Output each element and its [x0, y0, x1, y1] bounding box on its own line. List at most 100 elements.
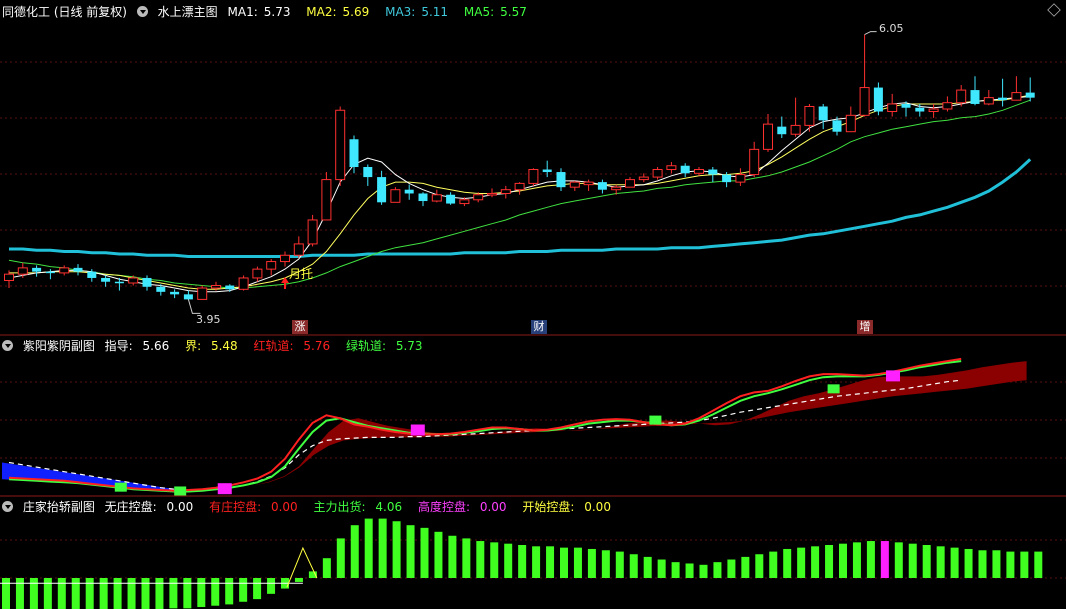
volume-bar	[950, 547, 959, 578]
event-marker-zhang[interactable]: 涨	[292, 320, 308, 334]
candle-body	[514, 182, 525, 191]
candle-body	[307, 219, 318, 245]
volume-bar	[811, 546, 820, 578]
volume-bar	[894, 542, 903, 578]
sub2-header: 庄家抬轿副图 无庄控盘: 0.00 有庄控盘: 0.00 主力出货: 4.06 …	[2, 499, 623, 515]
low-marker-line	[187, 299, 201, 314]
have-control-value: 0.00	[270, 500, 298, 514]
volume-bar	[29, 578, 38, 609]
collapse-icon[interactable]	[2, 340, 13, 351]
candle-body	[101, 277, 111, 282]
magenta-signal-block	[410, 424, 425, 436]
main-ship-label: 主力出货:	[313, 500, 366, 514]
volume-bar	[643, 556, 652, 578]
volume-bar	[560, 547, 568, 578]
sub1-title[interactable]: 紫阳紫阴副图	[23, 339, 95, 353]
bound-value: 5.48	[210, 339, 238, 353]
candle-body	[473, 194, 484, 201]
candle-body	[349, 139, 359, 167]
volume-bar	[267, 578, 276, 594]
volume-bar	[406, 525, 415, 578]
candle-body	[211, 285, 221, 289]
volume-bar	[657, 559, 666, 578]
candle-body	[390, 189, 401, 203]
volume-bar	[504, 543, 513, 578]
high-marker-line	[864, 31, 877, 36]
candle-body	[197, 287, 208, 300]
candle-body	[459, 199, 470, 205]
candle-body	[597, 182, 607, 190]
main-indicator-name[interactable]: 水上漂主图	[158, 5, 218, 19]
candle-body	[915, 107, 925, 112]
volume-bar	[225, 578, 234, 605]
collapse-icon[interactable]	[2, 501, 13, 512]
volume-bar	[71, 578, 80, 609]
candle-body	[638, 176, 649, 181]
candle-body	[749, 148, 760, 176]
sub2-title[interactable]: 庄家抬轿副图	[23, 500, 95, 514]
candle-body	[4, 273, 14, 281]
none-control-value: 0.00	[166, 500, 194, 514]
candle-body	[293, 243, 304, 256]
volume-bar	[434, 531, 443, 578]
volume-bar	[141, 578, 150, 609]
candle-body	[142, 277, 152, 287]
start-control-label: 开始控盘:	[522, 500, 575, 514]
ma1-value: 5.73	[263, 5, 291, 19]
collapse-icon[interactable]	[136, 6, 148, 17]
candle-body	[652, 169, 663, 178]
volume-bar	[183, 578, 192, 609]
green-signal-block	[174, 486, 187, 496]
event-marker-cai[interactable]: 财	[531, 320, 547, 334]
volume-bar	[57, 578, 66, 609]
red-track-value: 5.76	[303, 339, 331, 353]
candle-body	[790, 124, 801, 135]
volume-bar	[532, 546, 541, 578]
candle-body	[404, 189, 414, 194]
candle-body	[170, 291, 180, 295]
signal-label: 月托	[289, 267, 314, 281]
candle-body	[694, 169, 704, 174]
ma5-label: MA5:	[463, 5, 495, 19]
candle-body	[45, 271, 55, 274]
candle-body	[59, 267, 70, 274]
candle-body	[252, 268, 263, 279]
candle-body	[377, 177, 387, 203]
stock-title: 同德化工 (日线 前复权)	[2, 5, 127, 19]
candle-body	[763, 123, 773, 150]
candle-body	[804, 105, 815, 126]
green-track-label: 绿轨道:	[345, 339, 386, 353]
volume-bar	[727, 559, 736, 578]
volume-bar	[587, 548, 596, 578]
volume-bar	[476, 541, 485, 578]
candle-body	[183, 294, 193, 300]
volume-bar	[211, 578, 220, 606]
none-control-label: 无庄控盘:	[104, 500, 157, 514]
candle-body	[569, 181, 580, 188]
volume-bar	[127, 578, 136, 609]
event-marker-zeng[interactable]: 增	[857, 320, 873, 334]
ma5-value: 5.57	[500, 5, 527, 19]
volume-bar	[448, 535, 457, 578]
start-control-value: 0.00	[584, 500, 611, 514]
volume-bar	[420, 527, 429, 578]
volume-bar	[573, 547, 582, 578]
candle-body	[418, 193, 428, 202]
volume-bar	[253, 578, 262, 600]
volume-bar	[755, 554, 764, 578]
candle-body	[128, 277, 139, 284]
candle-body	[542, 169, 552, 173]
candle-body	[625, 179, 635, 188]
candle-body	[735, 174, 746, 183]
candle-body	[818, 106, 828, 121]
volume-bar	[392, 521, 401, 578]
volume-bar	[783, 548, 792, 578]
volume-bar	[2, 578, 10, 609]
volume-bar	[197, 578, 206, 608]
volume-bar	[294, 578, 303, 582]
main-ship-value: 4.06	[375, 500, 403, 514]
candle-body	[87, 271, 97, 278]
volume-bar	[15, 578, 24, 609]
candle-body	[887, 103, 898, 113]
volume-bar	[769, 551, 778, 578]
